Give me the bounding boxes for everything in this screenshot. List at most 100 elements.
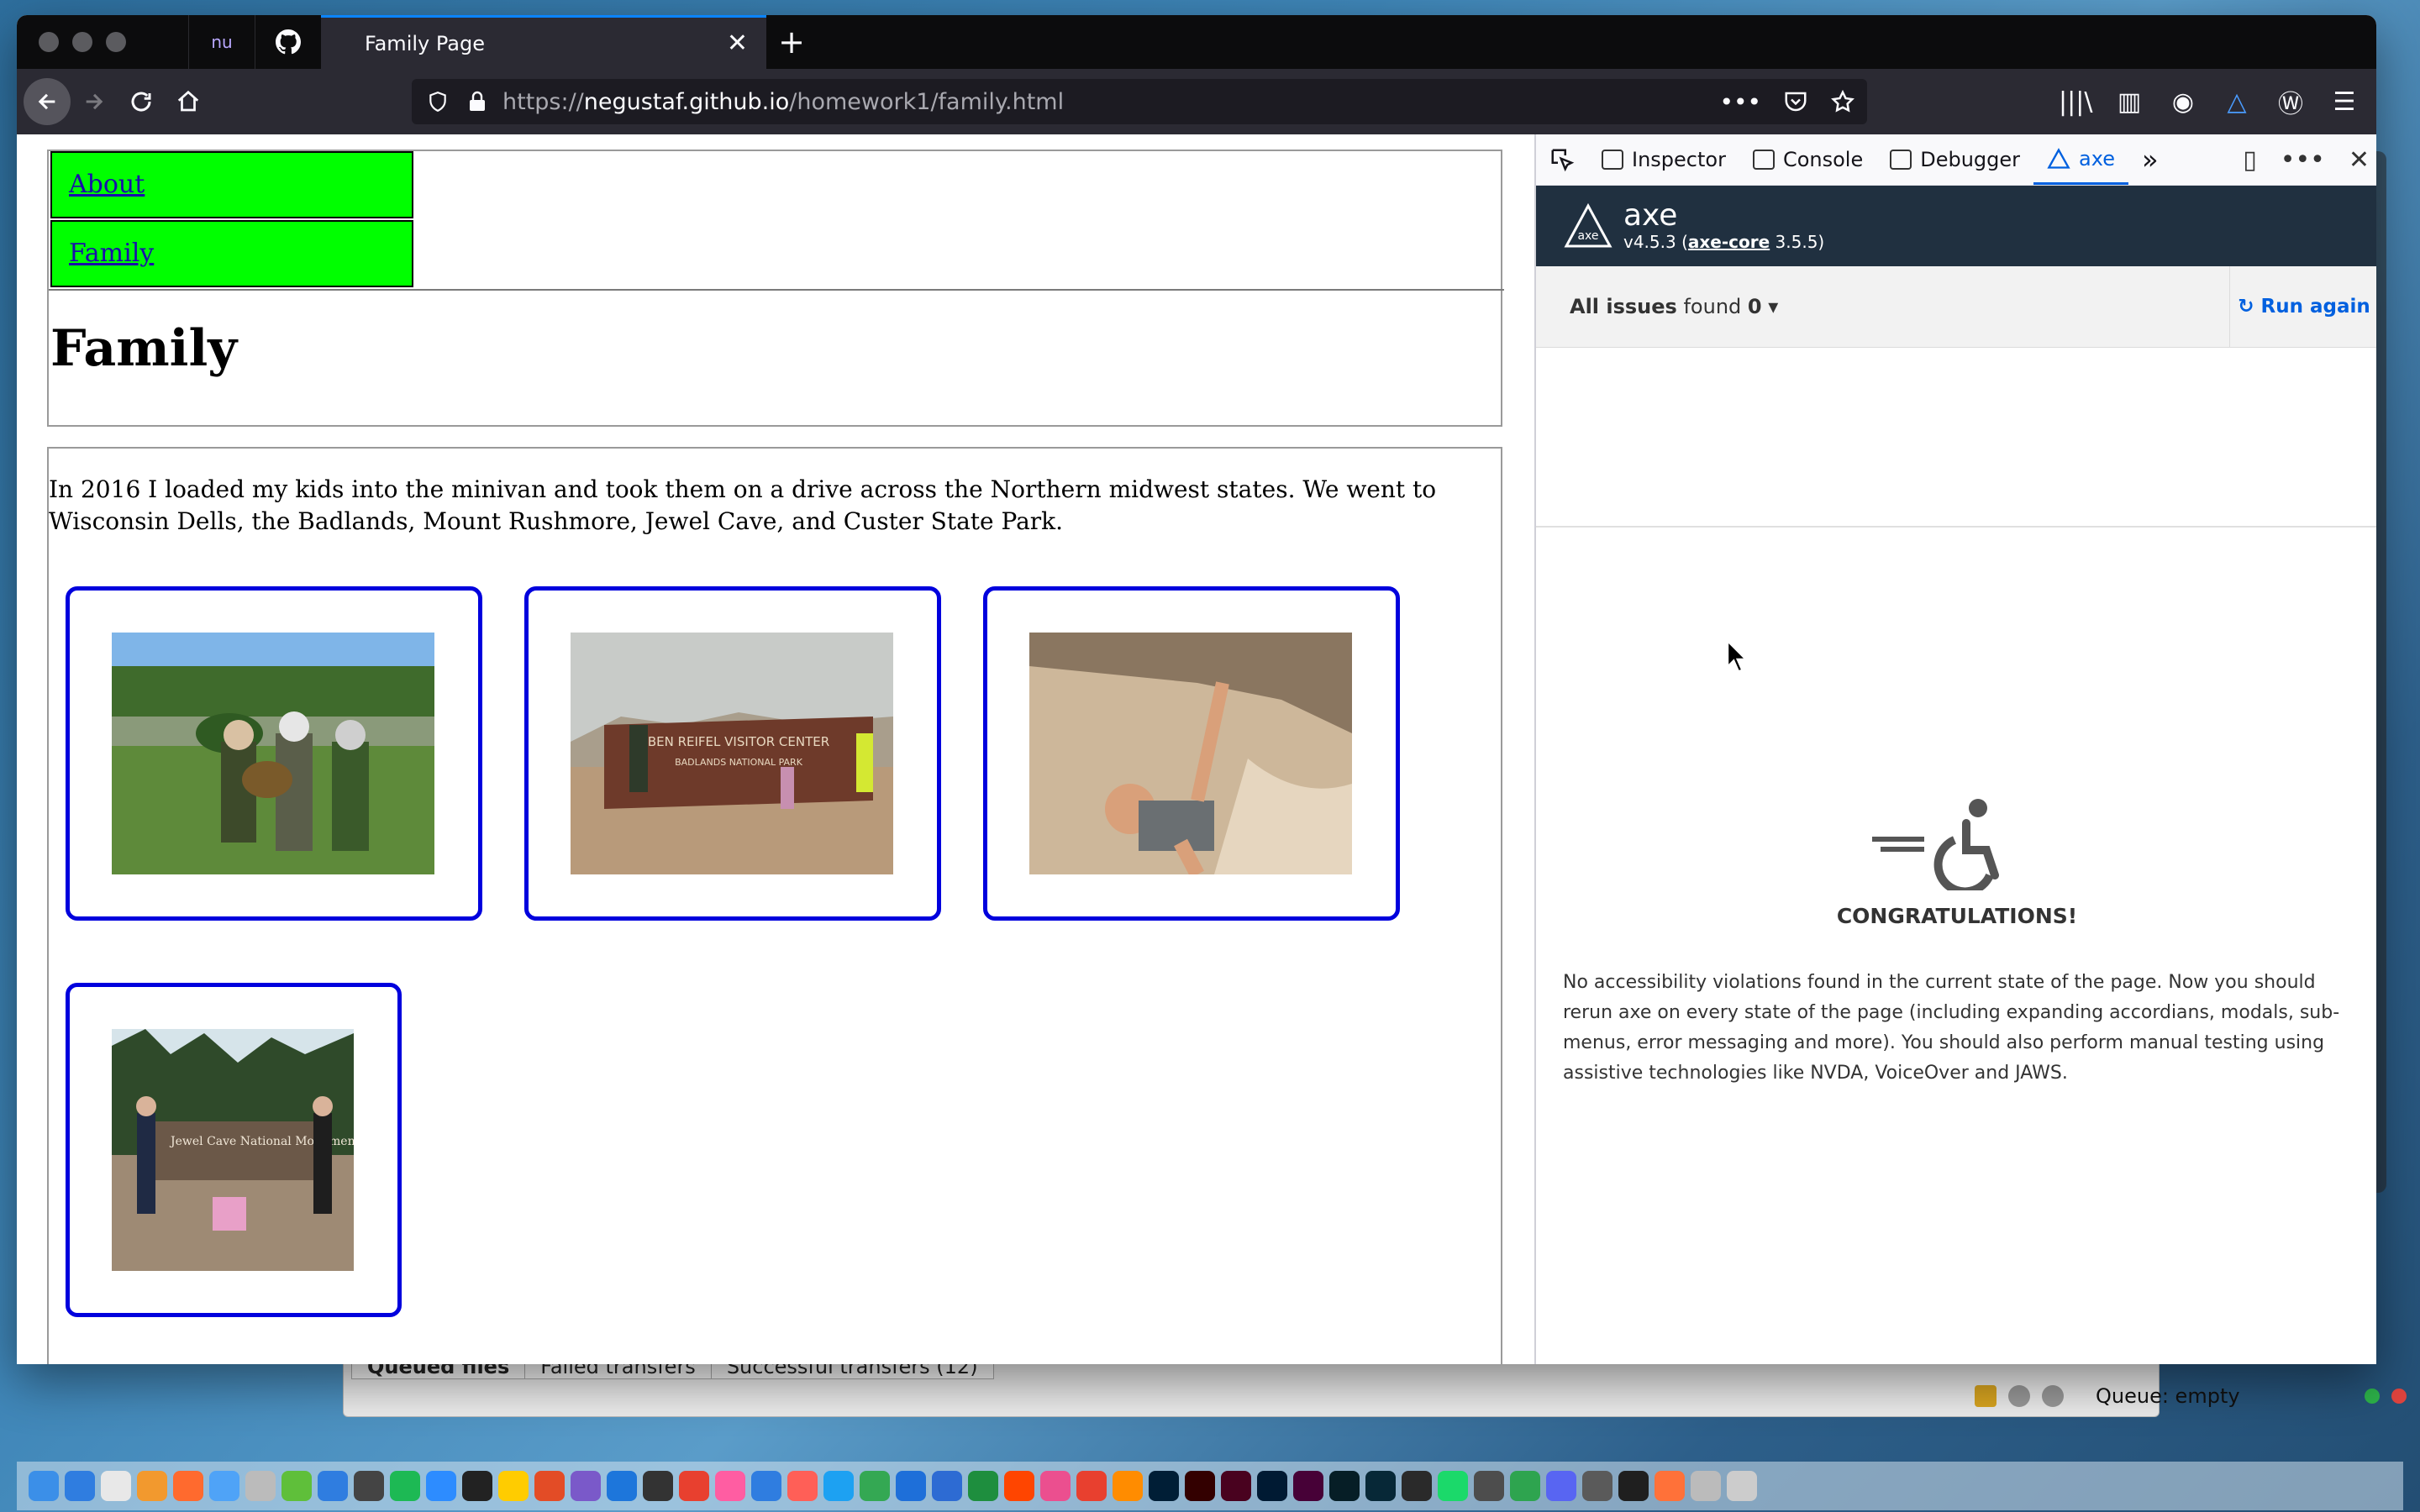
bookmark-star-icon[interactable] <box>1830 89 1855 114</box>
dock-app-icon[interactable] <box>101 1471 131 1501</box>
dock-app-icon[interactable] <box>1293 1471 1323 1501</box>
run-again-button[interactable]: ↻ Run again <box>2229 266 2376 347</box>
congrats-message: No accessibility violations found in the… <box>1563 972 2340 1084</box>
dock-app-icon[interactable] <box>390 1471 420 1501</box>
pinned-tab-github[interactable] <box>255 15 321 69</box>
dock-app-icon[interactable] <box>679 1471 709 1501</box>
library-icon[interactable]: |||\ <box>2059 87 2092 117</box>
photo-climbing[interactable] <box>1029 633 1352 874</box>
element-picker-button[interactable] <box>1536 134 1588 185</box>
dock-app-icon[interactable] <box>643 1471 673 1501</box>
url-actions: ••• <box>1719 79 1855 124</box>
active-tab[interactable]: Family Page ✕ <box>321 15 766 69</box>
arrow-left-icon <box>38 93 55 110</box>
dock-app-icon[interactable] <box>1221 1471 1251 1501</box>
dock-app-icon[interactable] <box>1402 1471 1432 1501</box>
dock-app-icon[interactable] <box>896 1471 926 1501</box>
dock-app-icon[interactable] <box>534 1471 565 1501</box>
dock-app-icon[interactable] <box>245 1471 276 1501</box>
nav-link-family[interactable]: Family <box>69 239 154 268</box>
tab-axe[interactable]: axe <box>2033 134 2128 185</box>
extension-icon[interactable]: Ⓦ <box>2274 83 2307 120</box>
dock-app-icon[interactable] <box>1546 1471 1576 1501</box>
pocket-icon[interactable] <box>1783 89 1808 114</box>
dock-app-icon[interactable] <box>968 1471 998 1501</box>
dock-app-icon[interactable] <box>607 1471 637 1501</box>
close-devtools-icon[interactable]: ✕ <box>2349 145 2370 175</box>
dock-app-icon[interactable] <box>1076 1471 1107 1501</box>
axe-core-link[interactable]: axe-core <box>1688 232 1770 252</box>
dock-app-icon[interactable] <box>1040 1471 1071 1501</box>
dock-app-icon[interactable] <box>318 1471 348 1501</box>
dock-app-icon[interactable] <box>209 1471 239 1501</box>
dock-app-icon[interactable] <box>65 1471 95 1501</box>
more-tabs-button[interactable]: » <box>2128 134 2172 185</box>
photo-lake-kids[interactable] <box>112 633 434 874</box>
tab-inspector[interactable]: Inspector <box>1588 134 1739 185</box>
dock-app-icon[interactable] <box>281 1471 312 1501</box>
dock-app-icon[interactable] <box>751 1471 781 1501</box>
dock-app-icon[interactable] <box>1510 1471 1540 1501</box>
axe-extension-icon[interactable]: △ <box>2220 87 2254 117</box>
back-button[interactable] <box>24 78 71 125</box>
dock-app-icon[interactable] <box>1474 1471 1504 1501</box>
dock-app-icon[interactable] <box>1365 1471 1396 1501</box>
minimize-window-button[interactable] <box>72 32 92 52</box>
dock-app-icon[interactable] <box>1329 1471 1360 1501</box>
axe-icon <box>2047 147 2070 169</box>
more-actions-icon[interactable]: ••• <box>1719 88 1761 116</box>
devtools-menu-icon[interactable]: ••• <box>2281 145 2325 175</box>
dock-app-icon[interactable] <box>1149 1471 1179 1501</box>
responsive-mode-icon[interactable]: ▯ <box>2243 145 2257 175</box>
nav-table: About Family <box>49 151 1504 291</box>
tab-console[interactable]: Console <box>1739 134 1876 185</box>
dock-app-icon[interactable] <box>1185 1471 1215 1501</box>
close-tab-icon[interactable]: ✕ <box>727 29 748 58</box>
dock-app-icon[interactable] <box>1004 1471 1034 1501</box>
pinned-tab-nu[interactable]: nu <box>188 15 255 69</box>
dock-app-icon[interactable] <box>571 1471 601 1501</box>
shield-icon <box>429 92 446 113</box>
maximize-window-button[interactable] <box>106 32 126 52</box>
dock-app-icon[interactable] <box>498 1471 529 1501</box>
forward-button[interactable] <box>71 78 118 125</box>
dock-app-icon[interactable] <box>1438 1471 1468 1501</box>
dock-app-icon[interactable] <box>860 1471 890 1501</box>
dock-app-icon[interactable] <box>1727 1471 1757 1501</box>
issues-filter-dropdown[interactable]: All issues found 0 ▾ <box>1570 295 1778 318</box>
dock-app-icon[interactable] <box>173 1471 203 1501</box>
close-window-button[interactable] <box>39 32 59 52</box>
dock-app-icon[interactable] <box>1582 1471 1612 1501</box>
nu-icon: nu <box>211 32 233 52</box>
reload-button[interactable] <box>118 78 165 125</box>
dock-app-icon[interactable] <box>1257 1471 1287 1501</box>
dock-app-icon[interactable] <box>29 1471 59 1501</box>
menu-icon[interactable]: ☰ <box>2328 87 2361 117</box>
new-tab-button[interactable]: + <box>766 15 817 69</box>
dock-app-icon[interactable] <box>426 1471 456 1501</box>
axe-title: axe v4.5.3 (axe-core 3.5.5) <box>1623 200 1824 253</box>
dock-app-icon[interactable] <box>932 1471 962 1501</box>
tab-debugger-label: Debugger <box>1920 148 2021 171</box>
dock-app-icon[interactable] <box>462 1471 492 1501</box>
dock-app-icon[interactable] <box>354 1471 384 1501</box>
dock-app-icon[interactable] <box>715 1471 745 1501</box>
photo-visitor-center[interactable]: BEN REIFEL VISITOR CENTER BADLANDS NATIO… <box>571 633 893 874</box>
tab-debugger[interactable]: Debugger <box>1876 134 2033 185</box>
photo-jewel-cave[interactable]: Jewel Cave National Monument <box>112 1029 354 1271</box>
dock-app-icon[interactable] <box>1691 1471 1721 1501</box>
sidebar-icon[interactable]: ▥ <box>2112 87 2146 117</box>
home-button[interactable] <box>165 78 212 125</box>
account-icon[interactable]: ◉ <box>2166 87 2200 117</box>
url-bar[interactable]: https://negustaf.github.io/homework1/fam… <box>412 79 1867 124</box>
nav-link-about[interactable]: About <box>69 170 145 199</box>
dock-app-icon[interactable] <box>1655 1471 1685 1501</box>
lock-icon <box>1975 1385 1996 1407</box>
dock-app-icon[interactable] <box>1618 1471 1649 1501</box>
dock-app-icon[interactable] <box>1113 1471 1143 1501</box>
browser-tools: |||\ ▥ ◉ △ Ⓦ ☰ <box>2059 69 2361 134</box>
dock-app-icon[interactable] <box>137 1471 167 1501</box>
dock-app-icon[interactable] <box>823 1471 854 1501</box>
navigation-toolbar: https://negustaf.github.io/homework1/fam… <box>17 69 2376 134</box>
dock-app-icon[interactable] <box>787 1471 818 1501</box>
